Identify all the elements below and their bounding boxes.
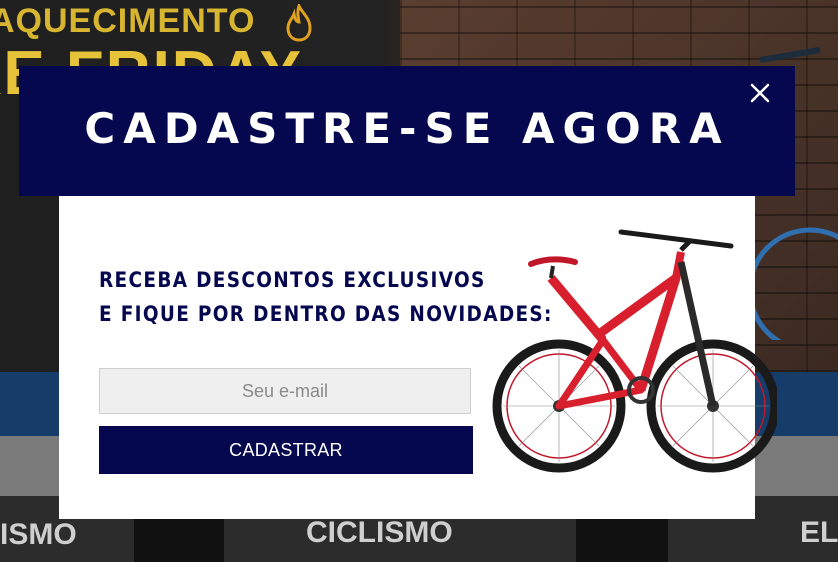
signup-modal-header: CADASTRE-SE AGORA: [19, 66, 795, 196]
category-tile-label: CICLISMO: [306, 516, 453, 549]
flame-icon: [286, 4, 312, 42]
email-field[interactable]: [99, 368, 471, 414]
promo-text-line-1: RECEBA DESCONTOS EXCLUSIVOS: [99, 268, 486, 292]
modal-title: CADASTRE-SE AGORA: [84, 104, 730, 153]
background-headline-top: AQUECIMENTO: [0, 2, 256, 40]
category-tile-label: ISMO: [0, 518, 77, 551]
submit-button[interactable]: CADASTRAR: [99, 426, 473, 474]
category-tile-label: EL: [800, 516, 838, 549]
bike-product-image: [492, 229, 777, 473]
promo-text-line-2: E FIQUE POR DENTRO DAS NOVIDADES:: [99, 302, 553, 326]
close-icon[interactable]: [745, 78, 775, 108]
signup-modal-body: RECEBA DESCONTOS EXCLUSIVOS E FIQUE POR …: [59, 196, 777, 519]
